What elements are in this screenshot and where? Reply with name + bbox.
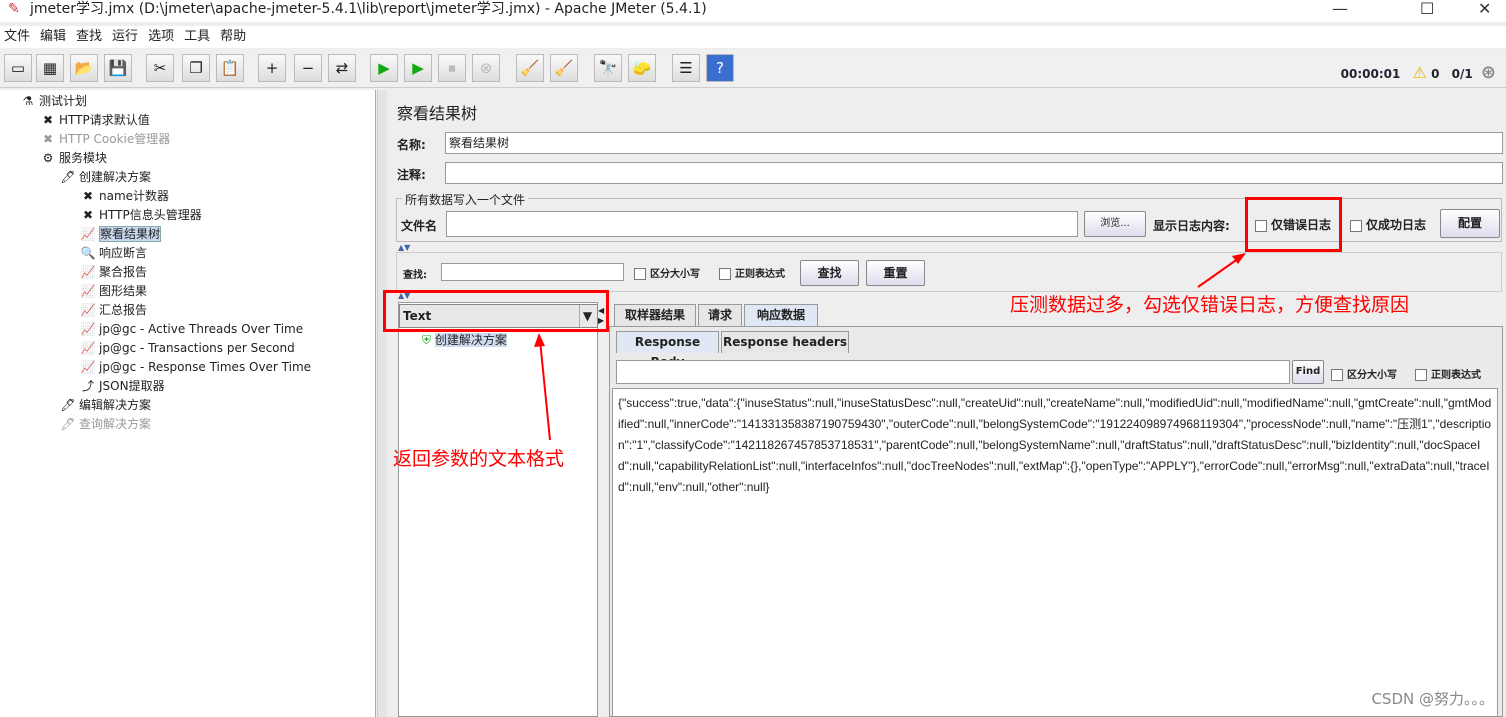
watermark: CSDN @努力。。。 <box>1371 690 1494 708</box>
annotation-note-errors: 压测数据过多，勾选仅错误日志，方便查找原因 <box>1010 294 1410 316</box>
annotation-note-renderer: 返回参数的文本格式 <box>393 448 565 470</box>
annotation-arrows <box>534 253 1246 441</box>
